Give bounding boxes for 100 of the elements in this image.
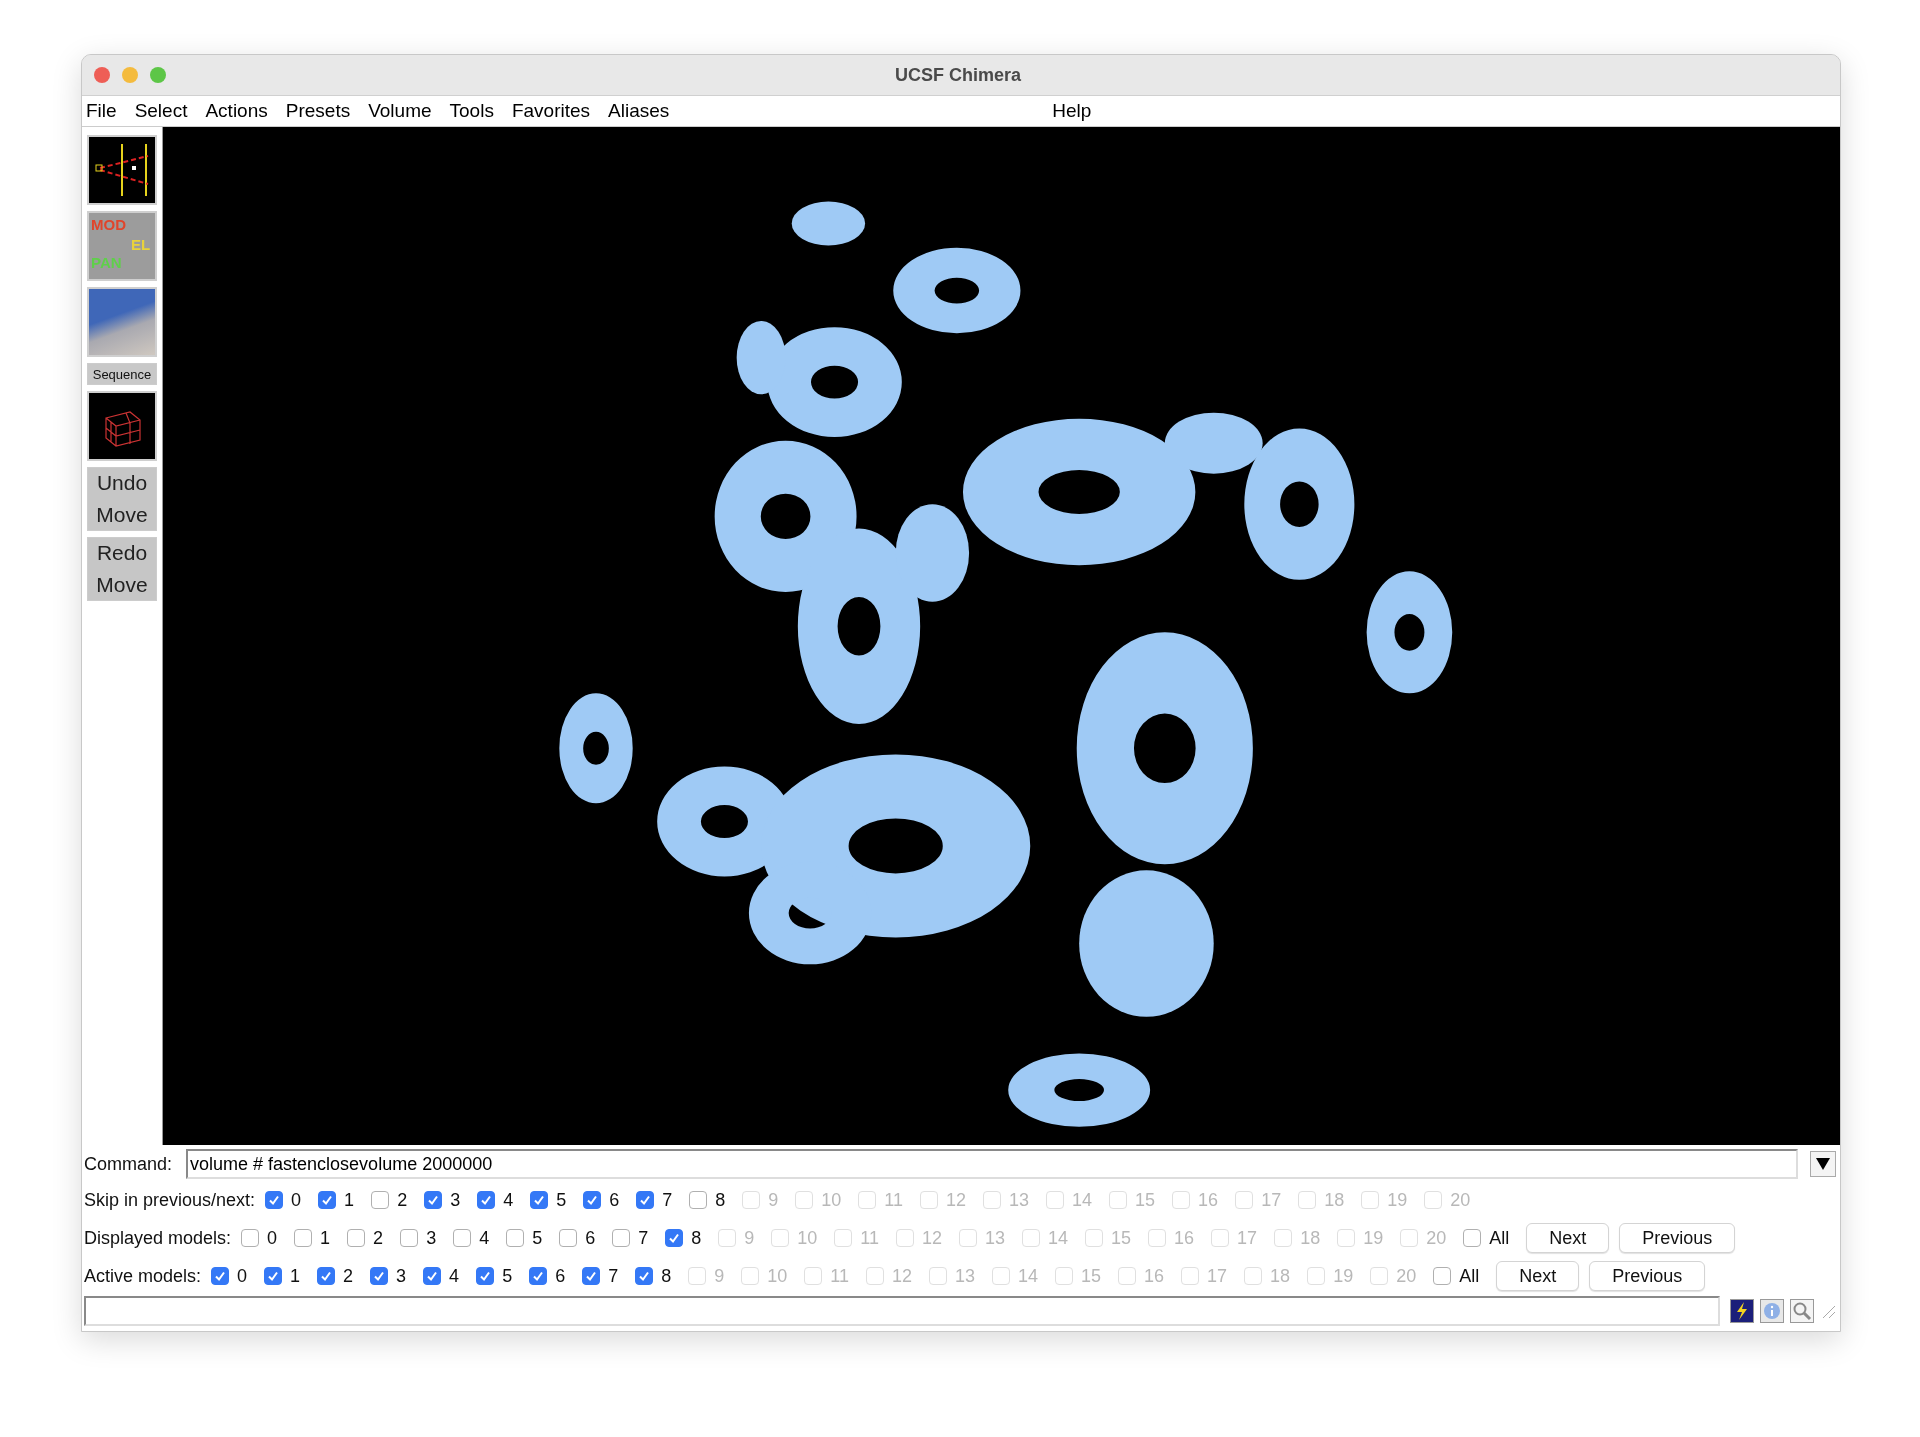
checkbox[interactable]	[530, 1191, 549, 1209]
checkbox-label: 9	[714, 1265, 725, 1287]
toolbar-button[interactable]: Redo Move	[87, 537, 157, 601]
checkbox-label: 3	[450, 1189, 461, 1211]
checkbox-label: 8	[691, 1227, 702, 1249]
checkbox[interactable]	[582, 1267, 601, 1285]
checkbox[interactable]	[265, 1191, 284, 1209]
checkbox-label: 2	[343, 1265, 354, 1287]
zoom-button[interactable]	[150, 67, 166, 83]
checkbox-label: 18	[1270, 1265, 1291, 1287]
checkbox-label: 2	[373, 1227, 384, 1249]
checkbox[interactable]	[583, 1191, 602, 1209]
menu-item[interactable]: Actions	[203, 100, 276, 122]
menu-item[interactable]: Aliases	[606, 100, 678, 122]
checkmark-icon	[373, 1270, 386, 1282]
checkmark-icon	[532, 1270, 545, 1282]
checkbox[interactable]	[689, 1191, 708, 1209]
checkbox[interactable]	[529, 1267, 548, 1285]
checkbox[interactable]	[211, 1267, 230, 1285]
checkbox-label: 3	[396, 1265, 407, 1287]
checkbox-label: 18	[1300, 1227, 1321, 1249]
toolbar-button[interactable]: Undo Move	[87, 467, 157, 531]
checkbox-label: 9	[768, 1189, 779, 1211]
menu-item[interactable]: Volume	[366, 100, 440, 122]
cube-grid-icon[interactable]	[87, 391, 157, 461]
model-nav-button[interactable]: Next	[1496, 1261, 1580, 1291]
lightning-icon[interactable]	[1730, 1299, 1754, 1323]
checkbox[interactable]	[476, 1267, 495, 1285]
checkbox[interactable]	[665, 1229, 684, 1247]
checkbox[interactable]	[477, 1191, 496, 1209]
checkbox-label: 13	[985, 1227, 1005, 1249]
checkbox[interactable]	[506, 1229, 525, 1247]
checkbox[interactable]	[636, 1191, 655, 1209]
graphics-viewport[interactable]	[163, 127, 1840, 1145]
checkbox[interactable]	[400, 1229, 419, 1247]
resize-grip-icon[interactable]	[1820, 1303, 1836, 1319]
checkbox-label: 12	[921, 1227, 942, 1249]
info-icon[interactable]	[1760, 1299, 1784, 1323]
checkbox[interactable]	[423, 1267, 442, 1285]
checkbox[interactable]	[559, 1229, 578, 1247]
checkbox[interactable]	[453, 1229, 472, 1247]
checkbox-label: 14	[1018, 1265, 1038, 1287]
checkbox-label: 11	[860, 1227, 879, 1249]
menu-item[interactable]: Presets	[283, 100, 359, 122]
checkbox-label: 12	[945, 1189, 966, 1211]
checkmark-icon	[320, 1270, 333, 1282]
triangle-down-icon	[1816, 1158, 1830, 1170]
checkbox[interactable]	[424, 1191, 443, 1209]
checkbox[interactable]	[370, 1267, 389, 1285]
checkbox-label: 6	[555, 1265, 566, 1287]
checkbox-label: 7	[662, 1189, 673, 1211]
checkbox[interactable]	[612, 1229, 631, 1247]
checkbox-label: 15	[1135, 1189, 1156, 1211]
dropdown-button[interactable]	[1810, 1151, 1836, 1177]
model-nav-button[interactable]: Previous	[1589, 1261, 1706, 1291]
checkbox-label: 18	[1324, 1189, 1345, 1211]
checkbox-label: 20	[1396, 1265, 1417, 1287]
checkmark-icon	[586, 1194, 599, 1206]
checkbox-label: 15	[1081, 1265, 1102, 1287]
checkbox[interactable]	[318, 1191, 337, 1209]
checkbox-label: 19	[1387, 1189, 1408, 1211]
checkbox[interactable]	[371, 1191, 390, 1209]
menu-item[interactable]: File	[84, 100, 125, 122]
menu-item[interactable]: Favorites	[509, 100, 599, 122]
close-button[interactable]	[94, 67, 110, 83]
checkbox[interactable]	[294, 1229, 313, 1247]
checkbox[interactable]	[347, 1229, 366, 1247]
window-title: UCSF Chimera	[894, 64, 1022, 86]
checkbox[interactable]	[317, 1267, 336, 1285]
checkmark-icon	[585, 1270, 598, 1282]
search-icon[interactable]	[1790, 1299, 1814, 1323]
checkmark-icon	[427, 1194, 440, 1206]
model-nav-button[interactable]: Previous	[1619, 1223, 1736, 1253]
checkbox-label: All	[1489, 1227, 1510, 1249]
checkbox-label: 5	[502, 1265, 513, 1287]
checkbox-label: 0	[291, 1189, 302, 1211]
checkbox-label: 6	[609, 1189, 620, 1211]
checkbox[interactable]	[264, 1267, 283, 1285]
model-nav-button[interactable]: Next	[1526, 1223, 1610, 1253]
checkbox-label: 12	[891, 1265, 912, 1287]
checkbox-label: 10	[767, 1265, 788, 1287]
checkbox[interactable]	[241, 1229, 260, 1247]
menu-item[interactable]: Select	[132, 100, 196, 122]
photo-placeholder[interactable]	[87, 287, 157, 357]
menu-item[interactable]: Help	[1050, 100, 1100, 122]
camera-view-icon[interactable]	[87, 135, 157, 205]
checkmark-icon	[321, 1194, 334, 1206]
checkbox-label: 7	[608, 1265, 619, 1287]
minimize-button[interactable]	[122, 67, 138, 83]
sequence-button[interactable]: Sequence	[87, 363, 157, 385]
checkmark-icon	[638, 1270, 651, 1282]
row-label: Active models:	[84, 1265, 202, 1287]
checkbox-label: 16	[1144, 1265, 1165, 1287]
menu-item[interactable]: Tools	[447, 100, 502, 122]
checkbox[interactable]	[1433, 1267, 1452, 1285]
checkbox-label: 4	[449, 1265, 460, 1287]
checkbox[interactable]	[1463, 1229, 1482, 1247]
checkbox[interactable]	[635, 1267, 654, 1285]
checkbox-label: 15	[1111, 1227, 1132, 1249]
command-field[interactable]: volume # fastenclosevolume 2000000	[186, 1149, 1798, 1179]
